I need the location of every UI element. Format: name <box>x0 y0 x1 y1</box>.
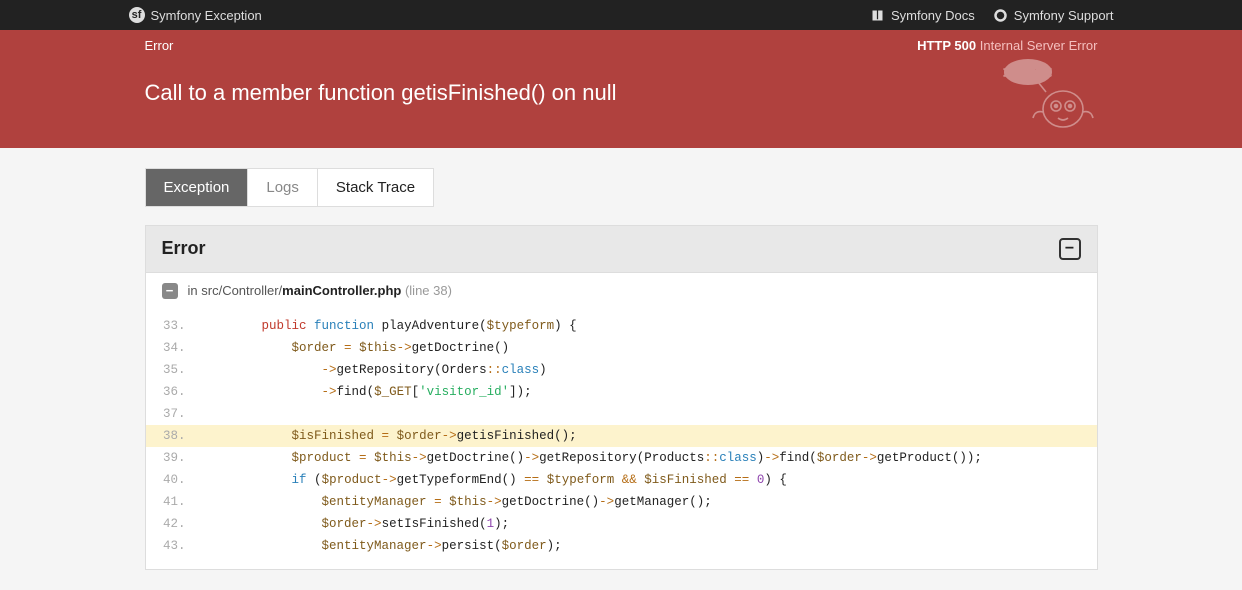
support-link-label: Symfony Support <box>1014 8 1114 23</box>
code-line: 33. public function playAdventure($typef… <box>146 315 1097 337</box>
code-source: $order->setIsFinished(1); <box>202 513 1097 535</box>
code-line: 42. $order->setIsFinished(1); <box>146 513 1097 535</box>
code-source: if ($product->getTypeformEnd() == $typef… <box>202 469 1097 491</box>
code-source: $product = $this->getDoctrine()->getRepo… <box>202 447 1097 469</box>
life-ring-icon <box>993 8 1008 23</box>
collapse-trace-button[interactable]: − <box>162 283 178 299</box>
code-line: 34. $order = $this->getDoctrine() <box>146 337 1097 359</box>
docs-link-label: Symfony Docs <box>891 8 975 23</box>
trace-file-label: in src/Controller/mainController.php (li… <box>188 283 452 298</box>
topbar-brand-text: Symfony Exception <box>151 8 262 23</box>
code-line: 37. <box>146 403 1097 425</box>
http-code: HTTP 500 <box>917 38 976 53</box>
topbar-brand: sf Symfony Exception <box>129 7 262 23</box>
line-number: 38. <box>146 425 202 447</box>
book-icon <box>870 8 885 23</box>
line-number: 37. <box>146 403 202 425</box>
docs-link[interactable]: Symfony Docs <box>870 8 975 23</box>
symfony-logo-icon: sf <box>129 7 145 23</box>
code-line: 36. ->find($_GET['visitor_id']); <box>146 381 1097 403</box>
error-panel: Error − − in src/Controller/mainControll… <box>145 225 1098 570</box>
tab-exception[interactable]: Exception <box>146 169 249 206</box>
trace-in: in <box>188 283 198 298</box>
code-source: $entityManager = $this->getDoctrine()->g… <box>202 491 1097 513</box>
line-number: 42. <box>146 513 202 535</box>
support-link[interactable]: Symfony Support <box>993 8 1114 23</box>
code-source: $order = $this->getDoctrine() <box>202 337 1097 359</box>
panel-header: Error − <box>146 226 1097 273</box>
code-line-highlighted: 38. $isFinished = $order->getisFinished(… <box>146 425 1097 447</box>
trace-line-info: (line 38) <box>405 283 452 298</box>
ghost-illustration: Exception! <box>978 54 1098 137</box>
code-source: public function playAdventure($typeform)… <box>202 315 1097 337</box>
line-number: 36. <box>146 381 202 403</box>
code-source: ->find($_GET['visitor_id']); <box>202 381 1097 403</box>
ghost-bubble-text: Exception! <box>1003 67 1051 79</box>
line-number: 33. <box>146 315 202 337</box>
trace-path-prefix: src/Controller/ <box>201 283 282 298</box>
error-banner: Error HTTP 500 Internal Server Error Cal… <box>0 30 1242 148</box>
code-source: ->getRepository(Orders::class) <box>202 359 1097 381</box>
panel-title: Error <box>162 238 206 259</box>
code-line: 41. $entityManager = $this->getDoctrine(… <box>146 491 1097 513</box>
line-number: 43. <box>146 535 202 557</box>
exception-class-label: Error <box>145 38 174 53</box>
code-source: $isFinished = $order->getisFinished(); <box>202 425 1097 447</box>
code-line: 39. $product = $this->getDoctrine()->get… <box>146 447 1097 469</box>
tab-stack-trace[interactable]: Stack Trace <box>318 169 433 206</box>
topbar: sf Symfony Exception Symfony Docs Symfon… <box>0 0 1242 30</box>
line-number: 39. <box>146 447 202 469</box>
trace-path-file: mainController.php <box>282 283 401 298</box>
tabs: Exception Logs Stack Trace <box>145 168 435 207</box>
line-number: 40. <box>146 469 202 491</box>
minus-icon: − <box>1065 241 1074 257</box>
code-block: 33. public function playAdventure($typef… <box>146 309 1097 569</box>
code-line: 40. if ($product->getTypeformEnd() == $t… <box>146 469 1097 491</box>
code-source <box>202 403 1097 425</box>
exception-message: Call to a member function getisFinished(… <box>145 79 1098 108</box>
code-source: $entityManager->persist($order); <box>202 535 1097 557</box>
http-status: HTTP 500 Internal Server Error <box>917 38 1097 53</box>
code-line: 35. ->getRepository(Orders::class) <box>146 359 1097 381</box>
line-number: 35. <box>146 359 202 381</box>
line-number: 41. <box>146 491 202 513</box>
collapse-panel-button[interactable]: − <box>1059 238 1081 260</box>
line-number: 34. <box>146 337 202 359</box>
tab-logs[interactable]: Logs <box>248 169 318 206</box>
trace-file-row: − in src/Controller/mainController.php (… <box>146 273 1097 309</box>
http-text: Internal Server Error <box>980 38 1098 53</box>
code-line: 43. $entityManager->persist($order); <box>146 535 1097 557</box>
